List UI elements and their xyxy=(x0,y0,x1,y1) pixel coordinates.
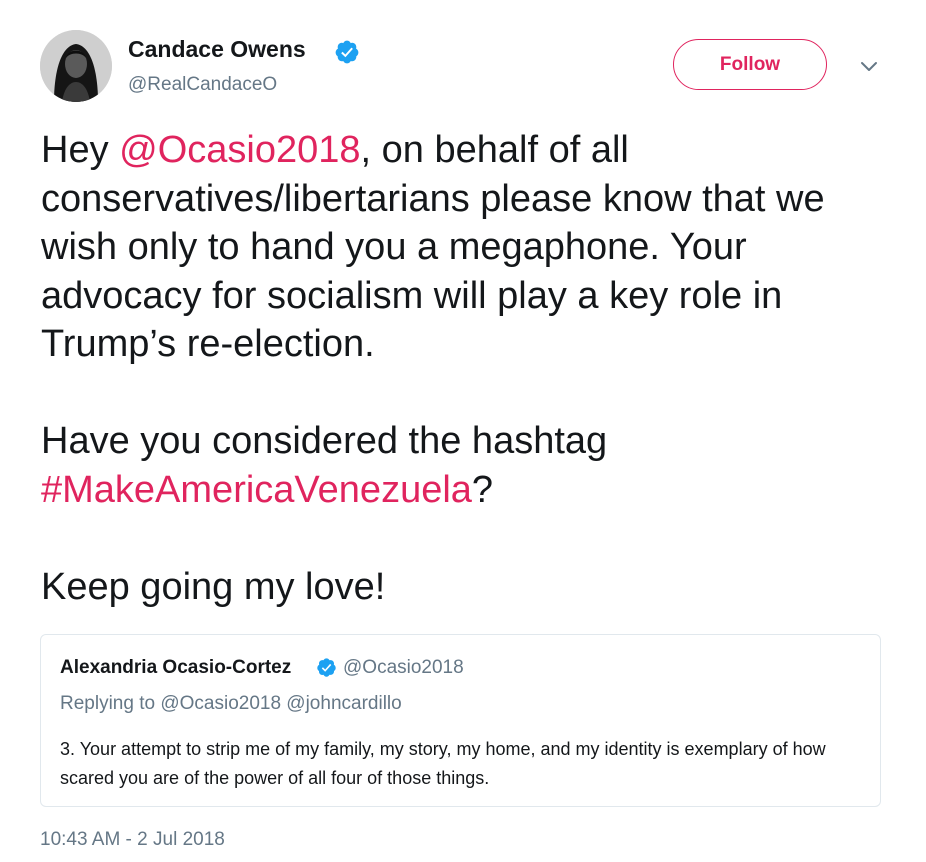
tweet-text: Hey @Ocasio2018, on behalf of all conser… xyxy=(41,126,901,611)
follow-button[interactable]: Follow xyxy=(673,39,827,90)
verified-badge-icon xyxy=(317,658,336,677)
author-display-name[interactable]: Candace Owens xyxy=(128,36,306,63)
avatar[interactable] xyxy=(40,30,112,102)
tweet-timestamp[interactable]: 10:43 AM - 2 Jul 2018 xyxy=(40,829,225,851)
quoted-author-handle: @Ocasio2018 xyxy=(343,657,464,678)
verified-badge-icon xyxy=(335,40,359,64)
quoted-tweet-card[interactable]: Alexandria Ocasio-Cortez @Ocasio2018 Rep… xyxy=(40,634,881,807)
chevron-down-icon[interactable] xyxy=(858,58,880,74)
replying-to-line: Replying to @Ocasio2018 @johncardillo xyxy=(60,693,402,714)
author-handle[interactable]: @RealCandaceO xyxy=(128,74,277,96)
hashtag-link[interactable]: #MakeAmericaVenezuela xyxy=(41,469,472,511)
tweet-text-segment: Hey xyxy=(41,129,120,171)
mention-link[interactable]: @Ocasio2018 xyxy=(119,129,360,171)
quoted-author-name: Alexandria Ocasio-Cortez xyxy=(60,657,292,678)
quoted-tweet-text: 3. Your attempt to strip me of my family… xyxy=(60,739,826,788)
avatar-image xyxy=(40,30,112,102)
tweet-text-segment: , on behalf of all conservatives/liberta… xyxy=(41,129,825,462)
